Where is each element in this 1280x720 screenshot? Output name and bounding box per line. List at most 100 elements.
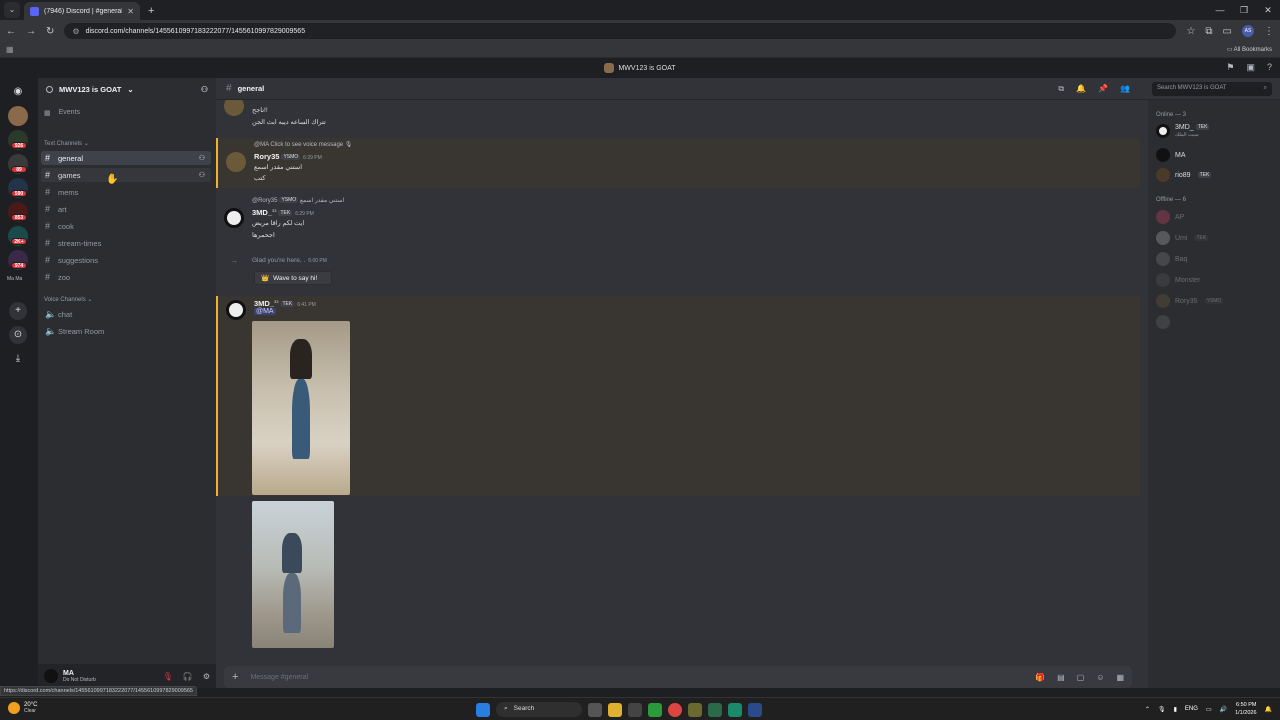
file-explorer-icon[interactable] xyxy=(608,702,622,717)
close-window-icon[interactable]: ✕ xyxy=(1256,0,1280,20)
wave-button[interactable]: 👑 Wave to say hi! xyxy=(254,271,332,285)
extensions-icon[interactable]: ⧉ xyxy=(1205,26,1212,37)
app-icon[interactable] xyxy=(688,702,702,717)
close-tab-icon[interactable]: ✕ xyxy=(127,7,134,16)
events-item[interactable]: ▦ Events xyxy=(44,109,80,117)
text-channels-category[interactable]: Text Channels ⌄ xyxy=(44,140,89,147)
author-name[interactable]: 3MD_ xyxy=(254,299,274,308)
member-list-icon[interactable]: 👥 xyxy=(1120,84,1130,94)
back-icon[interactable]: ← xyxy=(6,26,16,37)
avatar[interactable] xyxy=(224,100,244,116)
message-composer[interactable]: + Message #general 🎁 ▤ ▢ ☺ ▦ xyxy=(224,666,1132,688)
maximize-icon[interactable]: ❐ xyxy=(1232,0,1256,20)
member-item[interactable]: AP xyxy=(1156,210,1184,224)
settings-gear-icon[interactable]: ⚙ xyxy=(203,672,210,681)
channel-art[interactable]: # art xyxy=(41,202,211,216)
avatar[interactable] xyxy=(44,669,58,683)
member-item[interactable]: Monster xyxy=(1156,273,1200,287)
notification-bell-icon[interactable]: 🔔 xyxy=(1265,706,1272,713)
screen-icon[interactable]: ▣ xyxy=(1246,62,1255,73)
language-indicator[interactable]: ENG xyxy=(1185,706,1198,712)
whatsapp-icon[interactable] xyxy=(728,702,742,717)
voice-channel-stream-room[interactable]: 🔈 Stream Room xyxy=(41,324,211,338)
inbox-icon[interactable]: ⚑ xyxy=(1226,62,1234,73)
forward-icon[interactable]: → xyxy=(26,26,36,37)
pin-icon[interactable]: 📌 xyxy=(1098,84,1108,94)
task-view-icon[interactable] xyxy=(588,702,602,717)
address-bar[interactable]: ⚙ discord.com/channels/14556109971832220… xyxy=(64,23,1177,39)
author-name[interactable]: Rory35 xyxy=(254,152,279,161)
guild-header[interactable]: MWV123 is GOAT ⌄ ⚇ xyxy=(38,78,216,100)
tab-search-icon[interactable]: ⌄ xyxy=(4,2,20,18)
member-item[interactable]: 3MD_ TEK سبت الملك xyxy=(1156,124,1210,138)
xbox-icon[interactable] xyxy=(648,702,662,717)
channel-cook[interactable]: # cook xyxy=(41,219,211,233)
bell-icon[interactable]: 🔔 xyxy=(1076,84,1086,94)
member-item[interactable] xyxy=(1156,315,1175,329)
author-name[interactable]: 3MD_ xyxy=(252,208,272,217)
weather-widget[interactable]: 20°C Clear xyxy=(8,702,37,714)
channel-stream-times[interactable]: # stream-times xyxy=(41,236,211,250)
channel-mems[interactable]: # mems xyxy=(41,185,211,199)
discord-home-icon[interactable]: ◉ xyxy=(8,82,28,102)
add-server-icon[interactable]: + xyxy=(9,302,27,320)
bookmark-star-icon[interactable]: ☆ xyxy=(1186,26,1195,37)
tray-chevron-icon[interactable]: ⌃ xyxy=(1145,706,1150,713)
volume-icon[interactable]: 🔊 xyxy=(1220,706,1227,713)
gif-icon[interactable]: ▤ xyxy=(1057,673,1065,682)
avatar[interactable] xyxy=(224,208,244,228)
help-icon[interactable]: ? xyxy=(1267,62,1272,73)
display-icon[interactable]: ▭ xyxy=(1206,706,1212,713)
member-item[interactable]: MA xyxy=(1156,148,1186,162)
server-mwv123[interactable] xyxy=(8,106,28,126)
cast-icon[interactable]: ▭ xyxy=(1223,26,1232,37)
browser-tab[interactable]: (7946) Discord | #general | MW ✕ xyxy=(24,2,140,20)
search-input[interactable]: Search MWV123 is GOAT ⌕ xyxy=(1152,82,1272,96)
discover-icon[interactable]: ⊙ xyxy=(9,326,27,344)
start-windows-icon[interactable] xyxy=(476,702,490,717)
member-item[interactable]: Umi TEK xyxy=(1156,231,1209,245)
excel-icon[interactable] xyxy=(708,702,722,717)
chrome-icon[interactable] xyxy=(668,702,682,717)
attach-plus-icon[interactable]: + xyxy=(232,671,238,683)
minimize-icon[interactable]: — xyxy=(1208,0,1232,20)
browser-menu-icon[interactable]: ⋮ xyxy=(1264,26,1274,37)
reply-preview[interactable]: @MA Click to see voice message 🎙 xyxy=(254,141,352,148)
voice-channels-category[interactable]: Voice Channels ⌄ xyxy=(44,296,92,303)
clock[interactable]: 6:50 PM 1/1/2026 xyxy=(1235,701,1256,717)
user-mention[interactable]: @MA xyxy=(254,308,276,315)
channel-suggestions[interactable]: # suggestions xyxy=(41,253,211,267)
apps-icon[interactable]: ▦ xyxy=(1116,673,1124,682)
tray-app-icon[interactable]: ▮ xyxy=(1174,706,1177,713)
image-attachment[interactable] xyxy=(252,321,350,495)
member-item[interactable]: Baq xyxy=(1156,252,1187,266)
gift-icon[interactable]: 🎁 xyxy=(1035,673,1045,682)
taskbar-search[interactable]: ⌕ Search xyxy=(496,702,582,717)
reply-preview[interactable]: @Rory35 YSMO استني مقدر اسمع xyxy=(252,197,344,204)
member-item[interactable]: Rory35 YSMO xyxy=(1156,294,1224,308)
member-item[interactable]: rio89 TEK xyxy=(1156,168,1212,182)
sticker-icon[interactable]: ▢ xyxy=(1077,673,1085,682)
avatar[interactable] xyxy=(226,152,246,172)
mic-muted-icon[interactable]: 🎙 xyxy=(163,672,173,681)
channel-zoo[interactable]: # zoo xyxy=(41,270,211,284)
new-tab-icon[interactable]: + xyxy=(148,5,154,17)
invite-icon[interactable]: ⚇ xyxy=(199,171,205,179)
download-icon[interactable]: ⤓ xyxy=(9,350,27,368)
all-bookmarks[interactable]: ▭ All Bookmarks xyxy=(1227,46,1272,53)
threads-icon[interactable]: ⧉ xyxy=(1058,84,1064,94)
apps-grid-icon[interactable]: ▦ xyxy=(6,45,14,54)
reload-icon[interactable]: ↻ xyxy=(46,26,54,37)
headphones-icon[interactable]: 🎧 xyxy=(183,672,193,681)
voice-channel-chat[interactable]: 🔈 chat xyxy=(41,307,211,321)
avatar[interactable] xyxy=(226,300,246,320)
channel-games[interactable]: # games ⚇ xyxy=(41,168,211,182)
invite-people-icon[interactable]: ⚇ xyxy=(201,85,208,94)
emoji-icon[interactable]: ☺ xyxy=(1096,673,1104,682)
invite-icon[interactable]: ⚇ xyxy=(199,154,205,162)
profile-avatar[interactable]: AS xyxy=(1242,25,1254,37)
tray-mic-icon[interactable]: 🎙 xyxy=(1158,706,1166,713)
site-info-icon[interactable]: ⚙ xyxy=(72,27,79,36)
image-attachment[interactable] xyxy=(252,501,334,648)
store-icon[interactable] xyxy=(628,702,642,717)
